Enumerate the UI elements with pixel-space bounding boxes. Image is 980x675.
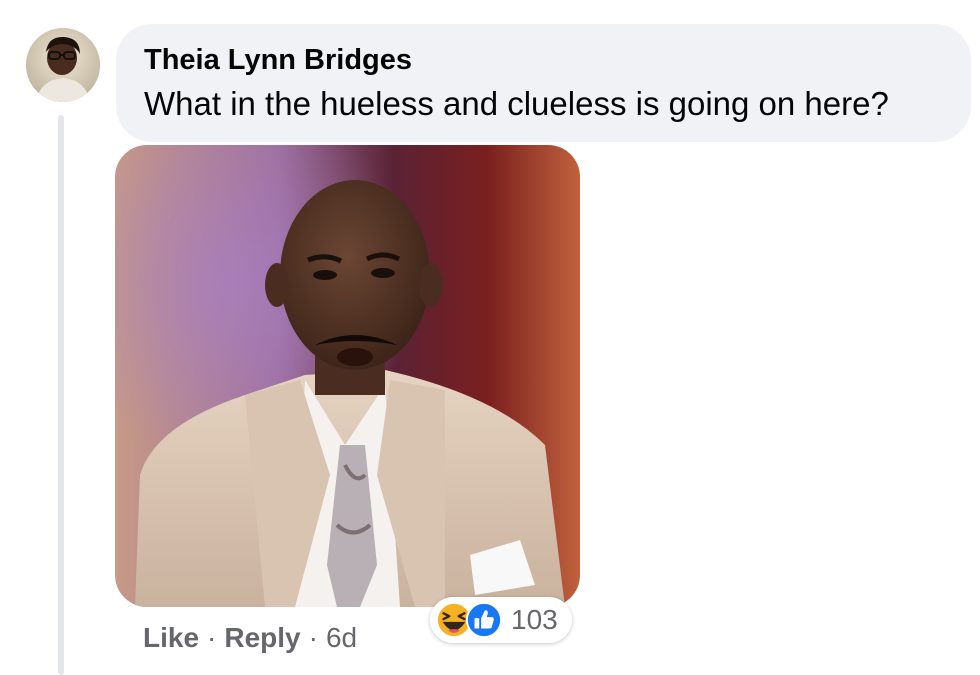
comment-gif[interactable] <box>115 145 580 607</box>
comment-actions: Like · Reply · 6d <box>143 618 357 658</box>
reaction-count: 103 <box>511 604 558 635</box>
separator-dot: · <box>207 622 217 653</box>
thread-line <box>58 115 64 675</box>
like-link[interactable]: Like <box>143 622 199 653</box>
reply-link[interactable]: Reply <box>224 622 300 653</box>
comment-bubble: Theia Lynn Bridges What in the hueless a… <box>116 24 971 142</box>
reactions-summary[interactable]: 103 <box>430 597 572 643</box>
profile-photo-icon <box>26 28 100 102</box>
gif-image <box>115 145 580 607</box>
separator-dot: · <box>308 622 318 653</box>
like-icon <box>465 601 503 639</box>
comment-text: What in the hueless and clueless is goin… <box>144 85 889 122</box>
comment-age[interactable]: 6d <box>326 622 357 653</box>
comment-author[interactable]: Theia Lynn Bridges <box>144 42 943 78</box>
avatar[interactable] <box>26 28 100 102</box>
